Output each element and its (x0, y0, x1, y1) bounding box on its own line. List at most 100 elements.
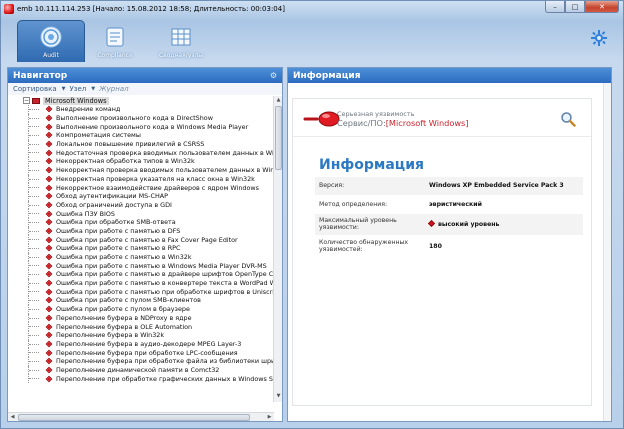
tree-item[interactable]: Ошибка при работе с памятью в конвертере… (8, 278, 274, 288)
info-value-cell: высокий уровень (425, 213, 583, 236)
scroll-thumb[interactable] (275, 106, 282, 170)
tree-item[interactable]: Некорректная проверка вводимых пользоват… (8, 165, 274, 175)
info-vertical-scrollbar[interactable] (603, 83, 611, 421)
tree-horizontal-scrollbar[interactable]: ◀ ▶ (8, 412, 274, 421)
tree-item[interactable]: Ошибка ПЗУ BIOS (8, 209, 274, 218)
tree-item[interactable]: Некорректная обработка типов в Win32k (8, 157, 274, 166)
tree-item-label: Ошибка при работе с памятью в конвертере… (56, 279, 274, 288)
node-menu[interactable]: Узел (69, 85, 86, 93)
vulnerability-diamond-icon (45, 158, 53, 165)
tree-item[interactable]: Ошибка при работе с памятью в Windows Me… (8, 261, 274, 270)
tree-item[interactable]: Обход ограничений доступа в GDI (8, 200, 274, 210)
tree-item[interactable]: Ошибка при работе с памятью в RPC (8, 244, 274, 253)
tab-summary-label: Сводная/узлы (158, 52, 204, 59)
ribbon: Audit Compliance Сводная/узлы (7, 18, 617, 62)
tree-item[interactable]: Ошибка при работе с памятью в DFS (8, 226, 274, 236)
tree-item[interactable]: Ошибка при работе с памятью при обработк… (8, 287, 274, 296)
tree-item[interactable]: Внедрение команд (8, 105, 274, 114)
tree-item-label: Ошибка при работе с памятью в RPC (56, 244, 181, 253)
tree-item[interactable]: Переполнение при обработке графических д… (8, 374, 274, 383)
info-row-version: Версия: Windows XP Embedded Service Pack… (315, 177, 583, 196)
tree-item[interactable]: Переполнение буфера в NDProxy в ядре (8, 313, 274, 323)
tree-item[interactable]: Недостаточная проверка вводимых пользова… (8, 148, 274, 157)
tree-item-label: Переполнение буфера при обработке LPC-со… (56, 348, 238, 357)
tree-item-label: Ошибка при работе с пулом в браузере (56, 305, 190, 314)
tree-item[interactable]: Обход аутентификации MS-CHAP (8, 191, 274, 201)
vulnerability-diamond-icon (45, 305, 53, 313)
tree-item-label: Обход аутентификации MS-CHAP (56, 192, 168, 201)
navigator-title: Навигатор (13, 70, 68, 81)
tree-item[interactable]: Компрометация системы (8, 131, 274, 140)
panel-settings-icon[interactable]: ⚙ (270, 71, 277, 80)
tree-item-label: Недостаточная проверка вводимых пользова… (56, 148, 274, 157)
tree-item[interactable]: Ошибка при работе с пулом SMB-клиентов (8, 296, 274, 305)
scroll-thumb[interactable] (18, 414, 250, 421)
info-row-method: Метод определения: эвристический (315, 195, 583, 214)
tree-item-label: Ошибка при работе с памятью в Win32k (56, 253, 192, 262)
scroll-down-icon[interactable]: ▼ (275, 393, 282, 401)
tree-item[interactable]: Ошибка при обработке SMB-ответа (8, 217, 274, 227)
tree-item[interactable]: Переполнение буфера в OLE Automation (8, 322, 274, 331)
minimize-button[interactable]: – (545, 1, 565, 13)
close-button[interactable]: ✕ (585, 1, 619, 13)
tree-item[interactable]: Некорректное взаимодействие драйверов с … (8, 183, 274, 192)
tree-item-label: Ошибка при работе с памятью в Fax Cover … (56, 235, 238, 244)
info-value: 180 (425, 235, 583, 258)
information-panel: Информация Серьезная уязвимость Сервис/П… (287, 67, 612, 422)
info-row-count: Количество обнаруженных уязвимостей: 180 (315, 235, 583, 258)
info-key: Метод определения: (315, 195, 425, 214)
chevron-down-icon: ▼ (91, 86, 96, 92)
vulnerability-diamond-icon (45, 227, 53, 235)
tree-item-label: Переполнение буфера в Win32k (56, 331, 165, 340)
windows-host-icon (32, 97, 40, 104)
tree-item[interactable]: Переполнение динамической памяти в Comct… (8, 365, 274, 375)
tree-item-label: Некорректная проверка вводимых пользоват… (56, 166, 274, 175)
tree-item-label: Переполнение буфера в аудио-декодере MPE… (56, 339, 242, 348)
tree-item[interactable]: Ошибка при работе с памятью в Win32k (8, 252, 274, 262)
sort-menu[interactable]: Сортировка (13, 85, 57, 93)
maximize-button[interactable]: □ (565, 1, 585, 13)
vulnerability-diamond-icon (45, 236, 53, 243)
vulnerability-diamond-icon (45, 132, 53, 139)
tree-item[interactable]: Переполнение буфера в аудио-декодере MPE… (8, 339, 274, 349)
tab-summary[interactable]: Сводная/узлы (147, 20, 215, 62)
tree-item[interactable]: Переполнение буфера при обработке файла … (8, 356, 274, 366)
settings-gear-icon[interactable] (591, 30, 607, 46)
scroll-up-icon[interactable]: ▲ (275, 97, 282, 105)
vulnerability-diamond-icon (45, 114, 53, 122)
search-icon[interactable] (560, 111, 576, 127)
tree-item[interactable]: Ошибка при работе с пулом в браузере (8, 304, 274, 314)
tree-item-label: Ошибка ПЗУ BIOS (56, 209, 115, 218)
information-content: Серьезная уязвимость Сервис/ПО:[Microsof… (288, 83, 611, 421)
vulnerability-diamond-icon (45, 210, 53, 217)
vulnerability-diamond-icon (45, 279, 53, 287)
tree-item[interactable]: Ошибка при работе с памятью в драйвере ш… (8, 270, 274, 279)
vulnerability-diamond-icon (45, 192, 53, 200)
tree-item[interactable]: Выполнение произвольного кода в Windows … (8, 122, 274, 131)
tree-item[interactable]: Переполнение буфера в Win32k (8, 330, 274, 340)
tree-item[interactable]: Переполнение буфера при обработке LPC-со… (8, 348, 274, 357)
tree-item[interactable]: Ошибка при работе с памятью в Fax Cover … (8, 235, 274, 244)
tree-vertical-scrollbar[interactable]: ▲ ▼ (273, 96, 282, 402)
tree-item-label: Ошибка при работе с памятью в DFS (56, 226, 181, 235)
tree-item[interactable]: Локальное повышение привилегий в CSRSS (8, 139, 274, 149)
tree-item-label: Ошибка при обработке SMB-ответа (56, 218, 176, 227)
vulnerability-header: Серьезная уязвимость Сервис/ПО:[Microsof… (293, 99, 591, 137)
tree-item[interactable]: Некорректная проверка указателя на класс… (8, 174, 274, 184)
scroll-left-icon[interactable]: ◀ (9, 414, 16, 421)
tree-root-node[interactable]: − Microsoft Windows (8, 96, 274, 105)
info-value: Windows XP Embedded Service Pack 3 (425, 177, 583, 196)
tab-compliance[interactable]: Compliance (81, 20, 149, 62)
tab-audit[interactable]: Audit (17, 20, 85, 62)
collapse-icon[interactable]: − (23, 97, 30, 104)
info-key: Количество обнаруженных уязвимостей: (315, 235, 425, 258)
scroll-right-icon[interactable]: ▶ (266, 414, 273, 421)
tree-item[interactable]: Выполнение произвольного кода в DirectSh… (8, 113, 274, 123)
journal-menu[interactable]: Журнал (99, 85, 128, 93)
vulnerability-diamond-icon (45, 297, 53, 304)
section-title: Информация (319, 157, 424, 173)
tree-item-label: Переполнение буфера в NDProxy в ядре (56, 313, 192, 322)
tree-item-label: Обход ограничений доступа в GDI (56, 200, 172, 209)
vulnerability-diamond-icon (45, 184, 53, 191)
vulnerability-diamond-icon (45, 201, 53, 209)
